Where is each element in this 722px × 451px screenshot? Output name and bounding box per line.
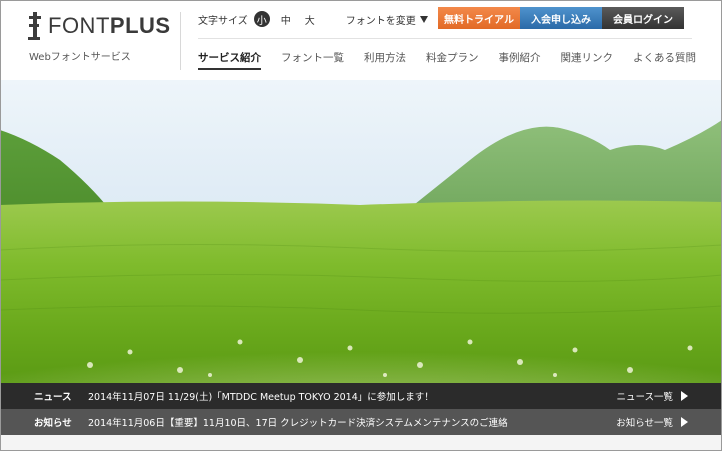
font-change-dropdown[interactable]: フォントを変更 bbox=[346, 12, 428, 27]
header-divider bbox=[180, 12, 181, 70]
utility-bar: 文字サイズ 小 中 大 フォントを変更 bbox=[198, 8, 428, 30]
fontplus-logo[interactable]: FONT PLUS bbox=[28, 10, 171, 42]
font-size-large[interactable]: 大 bbox=[302, 11, 318, 27]
site-tagline: Webフォントサービス bbox=[29, 52, 131, 63]
notice-bar: お知らせ 2014年11月06日【重要】11月10日、17日 クレジットカード決… bbox=[0, 409, 722, 435]
logo-text-plus: PLUS bbox=[109, 13, 171, 38]
news-label: ニュース bbox=[34, 392, 72, 403]
member-login-button[interactable]: 会員ログイン bbox=[602, 7, 684, 29]
nav-item-pricing[interactable]: 料金プラン bbox=[426, 48, 479, 70]
triangle-right-icon bbox=[681, 417, 688, 427]
hero-landscape-image bbox=[0, 80, 722, 383]
font-size-label: 文字サイズ bbox=[198, 15, 248, 27]
news-headline-link[interactable]: 2014年11月07日 11/29(土)「MTDDC Meetup TOKYO … bbox=[88, 389, 616, 403]
news-list-label: ニュース一覧 bbox=[616, 392, 673, 403]
site-header: FONT PLUS Webフォントサービス 文字サイズ 小 中 大 フォントを変更… bbox=[0, 0, 722, 80]
logo-text-font: FONT bbox=[48, 13, 110, 38]
hero-banner bbox=[0, 80, 722, 383]
news-list-link[interactable]: ニュース一覧 bbox=[616, 389, 688, 403]
triangle-right-icon bbox=[681, 391, 688, 401]
nav-item-cases[interactable]: 事例紹介 bbox=[499, 48, 541, 70]
header-buttons: 無料トライアル 入会申し込み 会員ログイン bbox=[438, 7, 684, 29]
nav-item-usage[interactable]: 利用方法 bbox=[364, 48, 406, 70]
notice-list-label: お知らせ一覧 bbox=[616, 418, 673, 429]
nav-item-font-list[interactable]: フォント一覧 bbox=[281, 48, 344, 70]
news-bar: ニュース 2014年11月07日 11/29(土)「MTDDC Meetup T… bbox=[0, 383, 722, 409]
bottom-strip bbox=[0, 435, 722, 451]
triangle-down-icon bbox=[419, 15, 428, 23]
signup-button[interactable]: 入会申し込み bbox=[520, 7, 602, 29]
main-nav: サービス紹介 フォント一覧 利用方法 料金プラン 事例紹介 関連リンク よくある… bbox=[198, 48, 716, 70]
logo-wordmark: FONT PLUS bbox=[48, 13, 171, 39]
font-size-small[interactable]: 小 bbox=[253, 11, 270, 27]
notice-headline-link[interactable]: 2014年11月06日【重要】11月10日、17日 クレジットカード決済システム… bbox=[88, 415, 616, 429]
nav-item-faq[interactable]: よくある質問 bbox=[633, 48, 696, 70]
header-rule bbox=[198, 38, 692, 39]
free-trial-button[interactable]: 無料トライアル bbox=[438, 7, 520, 29]
nav-item-service[interactable]: サービス紹介 bbox=[198, 48, 261, 70]
font-change-label: フォントを変更 bbox=[345, 15, 416, 27]
notice-label: お知らせ bbox=[34, 418, 72, 429]
font-size-medium[interactable]: 中 bbox=[278, 11, 294, 27]
logo-mark-icon bbox=[28, 12, 42, 40]
notice-list-link[interactable]: お知らせ一覧 bbox=[616, 415, 688, 429]
nav-item-links[interactable]: 関連リンク bbox=[561, 48, 614, 70]
